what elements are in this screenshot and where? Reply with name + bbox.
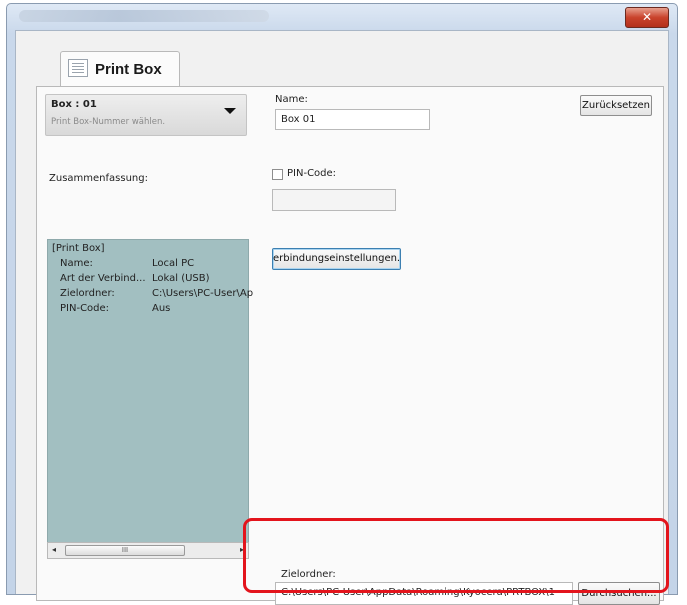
summary-key: Name: xyxy=(60,258,93,269)
connection-settings-button[interactable]: erbindungseinstellungen... xyxy=(272,248,401,270)
window-title xyxy=(19,10,269,22)
summary-value: Aus xyxy=(152,303,171,314)
dropdown-arrow-icon xyxy=(224,108,236,114)
summary-key: Art der Verbind... xyxy=(60,273,146,284)
summary-key: PIN-Code: xyxy=(60,303,110,314)
dialog-client-area: Print Box Box : 01 Print Box-Nummer wähl… xyxy=(15,30,669,605)
summary-value: Lokal (USB) xyxy=(152,273,210,284)
summary-key: Zielordner: xyxy=(60,288,115,299)
summary-row: Zielordner: C:\Users\PC-User\Ap xyxy=(60,288,253,299)
tab-label: Print Box xyxy=(95,61,162,78)
summary-value: Local PC xyxy=(152,258,195,269)
name-input[interactable]: Box 01 xyxy=(275,109,430,130)
summary-horizontal-scrollbar[interactable]: ◂ III ▸ xyxy=(47,542,249,559)
title-bar: ✕ xyxy=(7,4,677,32)
tab-print-box[interactable]: Print Box xyxy=(60,51,180,87)
summary-row: PIN-Code: Aus xyxy=(60,303,170,314)
box-number-hint: Print Box-Nummer wählen. xyxy=(51,117,166,127)
document-icon xyxy=(68,59,88,77)
dialog-window: ✕ Print Box Box : 01 Print Box-Nummer wä… xyxy=(6,3,678,605)
summary-value: C:\Users\PC-User\Ap xyxy=(152,288,254,299)
summary-label: Zusammenfassung: xyxy=(49,173,148,184)
box-number-dropdown[interactable]: Box : 01 Print Box-Nummer wählen. xyxy=(45,94,247,136)
box-number-value: Box : 01 xyxy=(51,99,97,110)
scroll-left-icon[interactable]: ◂ xyxy=(52,545,56,554)
highlight-frame xyxy=(243,518,669,593)
name-label: Name: xyxy=(275,94,308,105)
pin-code-checkbox[interactable] xyxy=(272,169,283,180)
summary-box: [Print Box] Name: Local PC Art der Verbin… xyxy=(47,239,253,544)
pin-code-input[interactable] xyxy=(272,189,396,211)
pin-code-label: PIN-Code: xyxy=(287,168,337,179)
summary-row: Name: Local PC xyxy=(60,258,194,269)
reset-button[interactable]: Zurücksetzen xyxy=(580,95,652,116)
close-button[interactable]: ✕ xyxy=(625,7,669,28)
scroll-thumb[interactable]: III xyxy=(65,545,185,556)
summary-row: Art der Verbind... Lokal (USB) xyxy=(60,273,210,284)
summary-header: [Print Box] xyxy=(52,243,105,254)
